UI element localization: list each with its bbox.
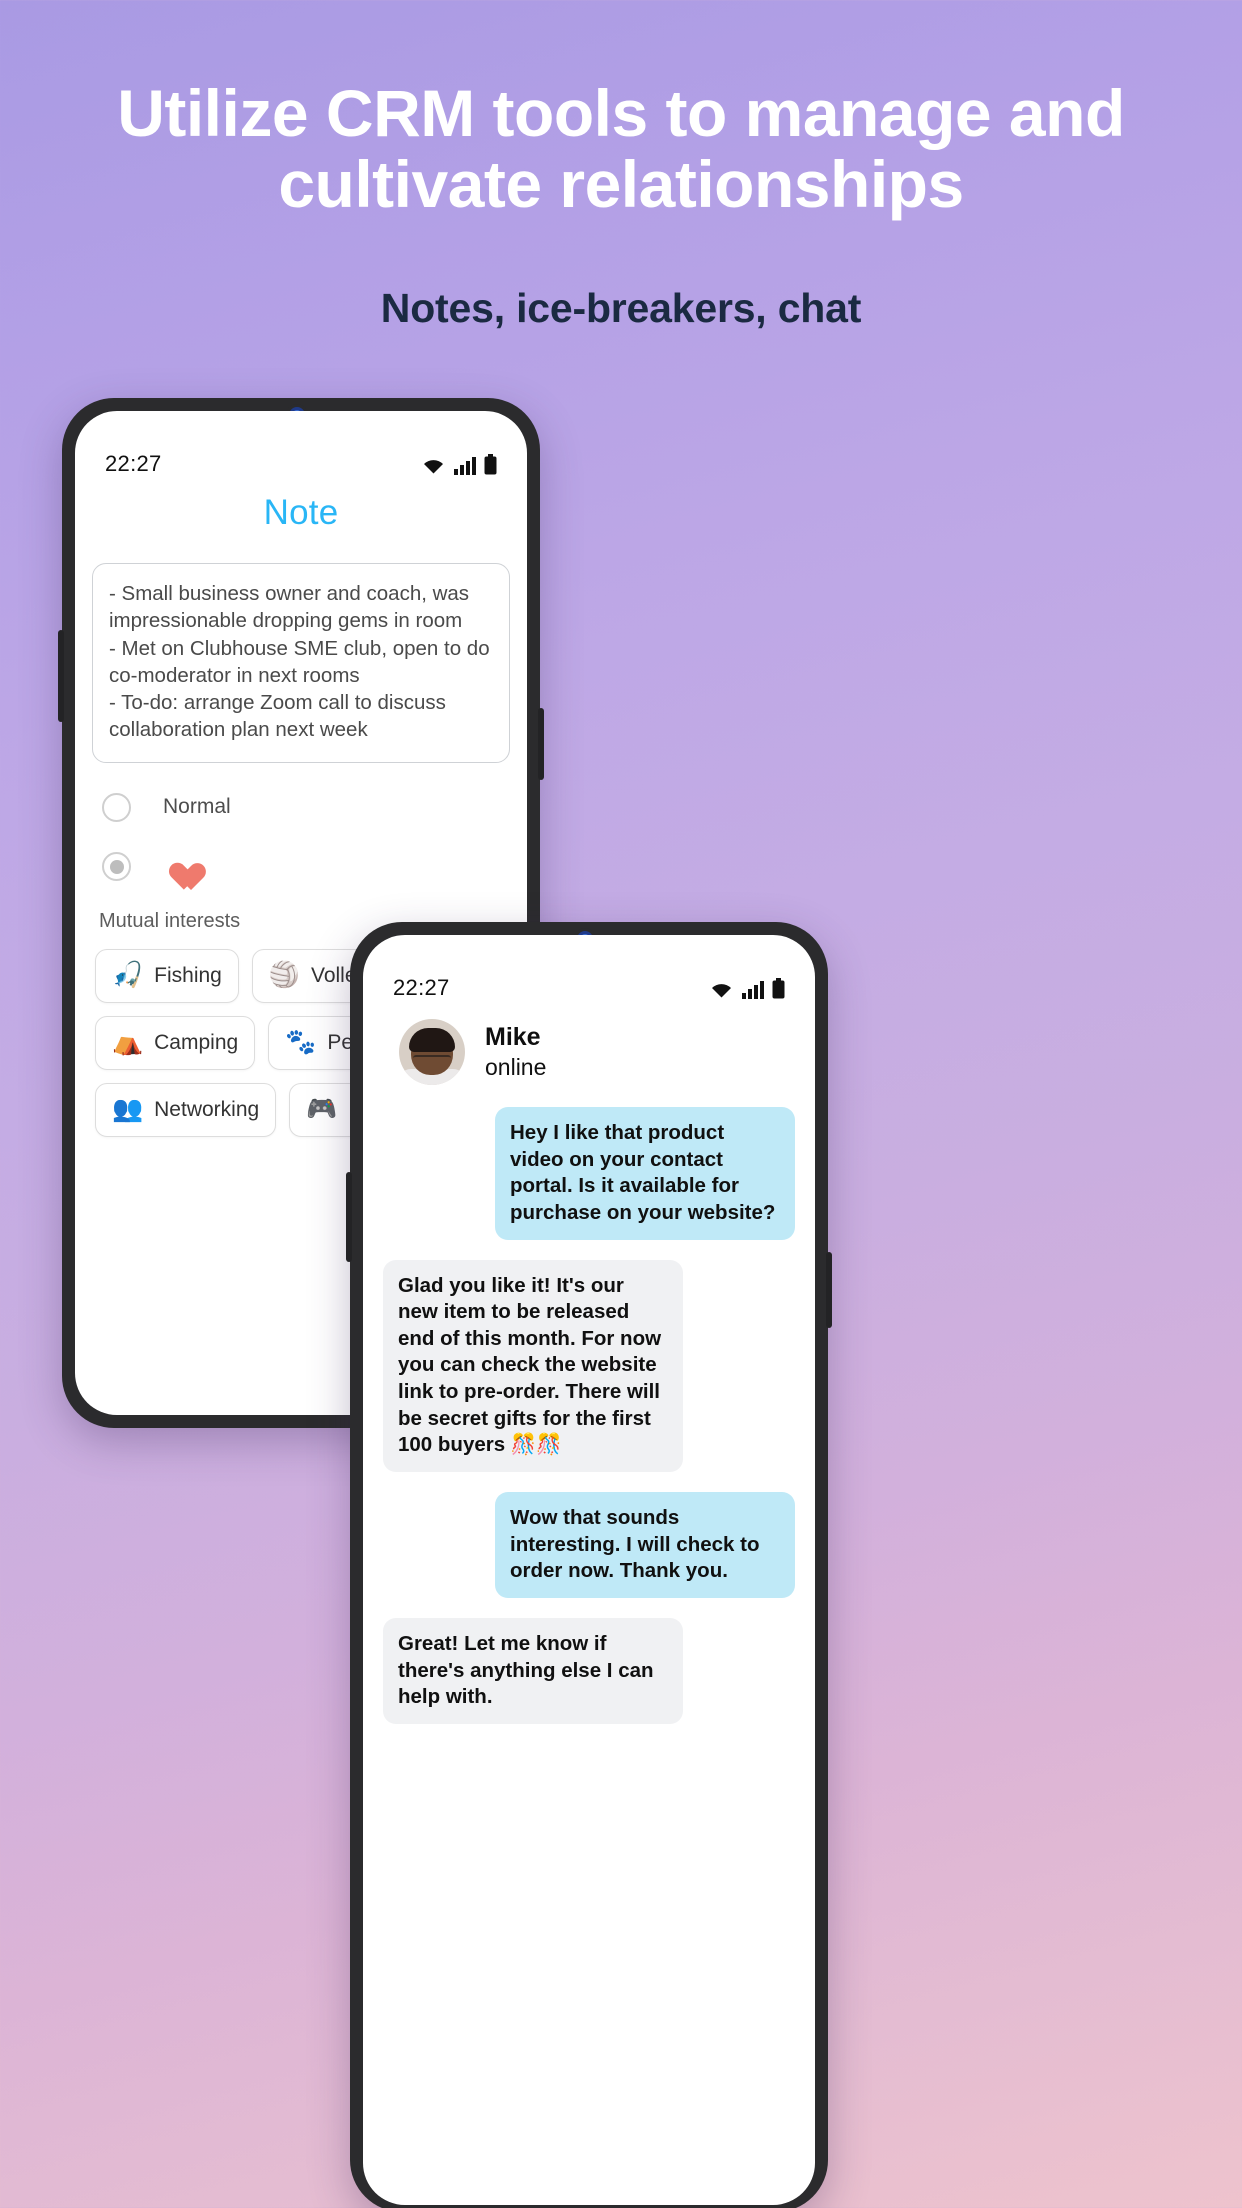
signal-icon (742, 980, 764, 999)
chat-screen-body: Mike online Hey I like that product vide… (363, 1005, 815, 2205)
interest-chip-camping[interactable]: ⛺ Camping (95, 1015, 256, 1070)
option-row-normal[interactable]: Normal (75, 792, 527, 822)
networking-icon: 👥 (112, 1095, 144, 1123)
interest-chip-label: Fishing (154, 963, 222, 987)
message-row: Glad you like it! It's our new item to b… (383, 1259, 795, 1473)
heart-icon (163, 852, 195, 882)
message-row: Wow that sounds interesting. I will chec… (383, 1492, 795, 1598)
battery-icon (772, 977, 785, 999)
status-icons (709, 977, 785, 999)
chat-screen: 22:27 Mike online Hey I like that produc… (363, 935, 815, 2205)
interest-chip-networking[interactable]: 👥 Networking (95, 1082, 277, 1137)
radio-favorite[interactable] (102, 852, 131, 881)
chat-contact-name: Mike (485, 1023, 541, 1052)
status-time: 22:27 (105, 451, 162, 476)
chat-contact-info: Mike online (485, 1021, 546, 1082)
message-bubble-outgoing[interactable]: Wow that sounds interesting. I will chec… (495, 1492, 795, 1598)
interest-chip-fishing[interactable]: 🎣 Fishing (95, 948, 239, 1003)
interest-chip-label: Networking (154, 1097, 260, 1121)
phone-power-button[interactable] (538, 708, 544, 780)
chat-contact-header[interactable]: Mike online (363, 1005, 815, 1085)
status-time: 22:27 (393, 975, 450, 1000)
note-text-field[interactable]: - Small business owner and coach, was im… (92, 563, 510, 763)
avatar-hair (409, 1028, 455, 1053)
headline-accent-text: Utilize (117, 76, 309, 150)
avatar-glasses (413, 1054, 451, 1064)
gaming-icon: 🎮 (306, 1095, 338, 1123)
status-bar-chat: 22:27 (363, 935, 815, 1005)
message-bubble-incoming[interactable]: Glad you like it! It's our new item to b… (383, 1259, 683, 1473)
volleyball-icon: 🏐 (268, 961, 300, 989)
status-bar-note: 22:27 (75, 411, 527, 481)
radio-normal-label: Normal (163, 795, 231, 818)
note-line: - To-do: arrange Zoom call to discuss co… (109, 691, 446, 742)
phone-mockup-chat: 22:27 Mike online Hey I like that produc… (346, 922, 832, 2208)
message-bubble-outgoing[interactable]: Hey I like that product video on your co… (495, 1107, 795, 1240)
headline-rest-text: CRM tools to manage and cultivate relati… (278, 76, 1125, 222)
camping-icon: ⛺ (112, 1028, 144, 1056)
page-subheadline: Notes, ice-breakers, chat (380, 285, 862, 331)
battery-icon (484, 453, 497, 475)
chat-contact-status: online (485, 1054, 547, 1081)
phone-volume-button[interactable] (58, 630, 64, 722)
interest-chip-label: Camping (154, 1030, 239, 1054)
note-line: - Met on Clubhouse SME club, open to do … (109, 636, 490, 687)
phone-power-button[interactable] (826, 1252, 832, 1328)
page-headline: Utilize CRM tools to manage and cultivat… (0, 76, 1242, 222)
note-page-title: Note (263, 493, 339, 532)
note-line: - Small business owner and coach, was im… (109, 582, 470, 633)
wifi-icon (421, 456, 446, 475)
signal-icon (454, 456, 476, 475)
pets-icon: 🐾 (285, 1028, 317, 1056)
status-icons (421, 453, 497, 475)
avatar (399, 1019, 465, 1085)
message-bubble-incoming[interactable]: Great! Let me know if there's anything e… (383, 1617, 683, 1724)
chat-message-list: Hey I like that product video on your co… (363, 1085, 815, 1724)
option-row-favorite[interactable] (75, 852, 527, 882)
message-row: Great! Let me know if there's anything e… (383, 1617, 795, 1724)
message-row: Hey I like that product video on your co… (383, 1107, 795, 1240)
fishing-icon: 🎣 (112, 961, 144, 989)
phone-volume-button[interactable] (346, 1172, 352, 1262)
wifi-icon (709, 980, 734, 999)
radio-normal[interactable] (102, 792, 131, 822)
